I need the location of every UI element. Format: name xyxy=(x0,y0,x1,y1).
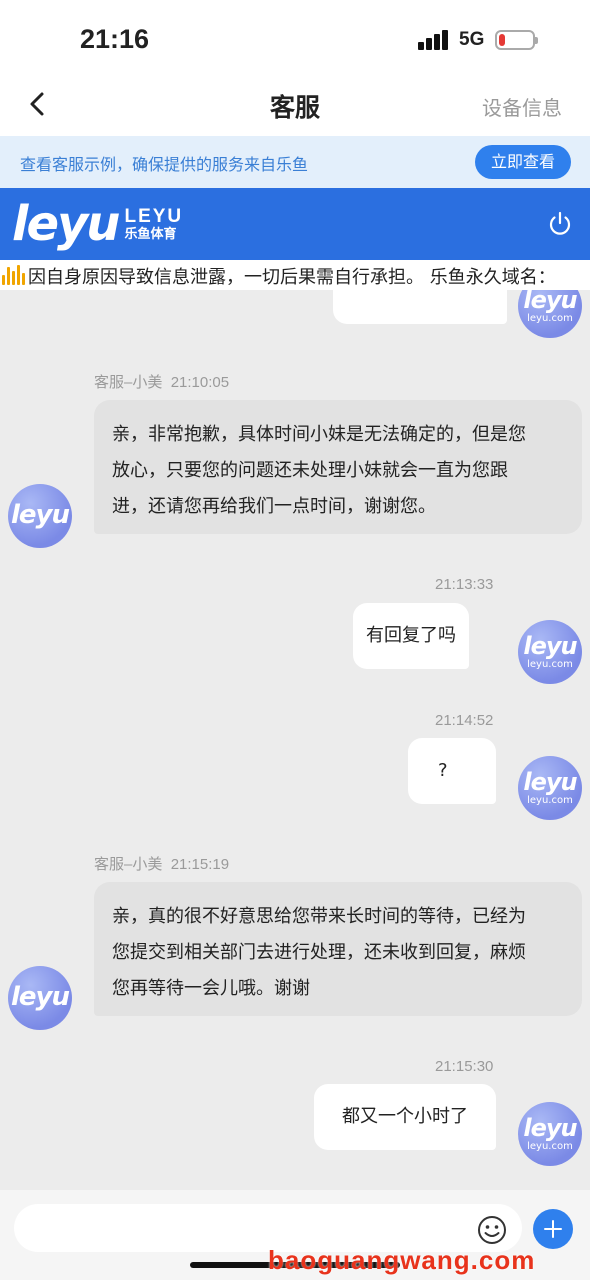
status-bar: 21:16 5G xyxy=(0,0,590,72)
previous-user-bubble xyxy=(333,290,507,324)
message-time: 21:15:19 xyxy=(170,856,230,873)
brand-logo-en: LEYU xyxy=(124,206,184,227)
notice-text: 查看客服示例，确保提供的服务来自乐鱼 xyxy=(20,155,309,174)
signal-icon xyxy=(418,30,450,50)
view-now-button[interactable]: 立即查看 xyxy=(475,145,571,179)
battery-level xyxy=(499,34,505,46)
message-time: 21:13:33 xyxy=(435,576,494,593)
agent-avatar: leyu xyxy=(8,966,72,1030)
speaker-icon xyxy=(0,265,26,285)
message-text: 有回复了吗 xyxy=(366,625,456,646)
message-line: 亲，真的很不好意思给您带来长时间的等待，已经为 xyxy=(112,906,526,927)
user-avatar: leyu leyu.com xyxy=(518,620,582,684)
message-time: 21:10:05 xyxy=(170,374,230,391)
user-avatar: leyu leyu.com xyxy=(518,290,582,338)
watermark: baoguangwang.com xyxy=(268,1245,536,1275)
message-sender: 客服–小美 xyxy=(94,374,163,391)
power-icon xyxy=(549,211,571,235)
message-sender-time: 客服–小美 21:15:19 xyxy=(94,853,229,874)
user-message-bubble: 都又一个小时了 xyxy=(314,1084,496,1150)
notice-banner: 查看客服示例，确保提供的服务来自乐鱼 立即查看 xyxy=(0,136,590,188)
marquee-text: 因自身原因导致信息泄露，一切后果需自行承担。 乐鱼永久域名： xyxy=(28,267,556,288)
message-time: 21:14:52 xyxy=(435,712,494,729)
device-info-link[interactable]: 设备信息 xyxy=(482,92,562,121)
emoji-button[interactable] xyxy=(476,1214,508,1246)
announcement-marquee: 因自身原因导致信息泄露，一切后果需自行承担。 乐鱼永久域名： xyxy=(0,260,590,290)
agent-avatar: leyu xyxy=(8,484,72,548)
message-line: 放心，只要您的问题还未处理小妹就会一直为您跟 xyxy=(112,460,508,481)
message-line: 您提交到相关部门去进行处理，还未收到回复，麻烦 xyxy=(112,942,526,963)
emoji-icon xyxy=(478,1216,506,1244)
agent-message-bubble: 亲，真的很不好意思给您带来长时间的等待，已经为 您提交到相关部门去进行处理，还未… xyxy=(94,882,582,1016)
nav-header: 客服 设备信息 xyxy=(0,72,590,136)
message-text: ? xyxy=(438,760,448,781)
message-line: 您再等待一会儿哦。谢谢 xyxy=(112,978,310,999)
user-avatar: leyu leyu.com xyxy=(518,1102,582,1166)
message-line: 进，还请您再给我们一点时间，谢谢您。 xyxy=(112,496,436,517)
message-sender: 客服–小美 xyxy=(94,856,163,873)
message-text: 都又一个小时了 xyxy=(342,1106,468,1127)
brand-logo: leyu LEYU 乐鱼体育 xyxy=(12,194,183,254)
brand-bar: leyu LEYU 乐鱼体育 xyxy=(0,188,590,260)
status-time: 21:16 xyxy=(80,24,150,54)
chat-area[interactable]: leyu leyu.com 客服–小美 21:10:05 亲，非常抱歉，具体时间… xyxy=(0,290,590,1190)
power-button[interactable] xyxy=(546,210,574,238)
agent-message-bubble: 亲，非常抱歉，具体时间小妹是无法确定的，但是您 放心，只要您的问题还未处理小妹就… xyxy=(94,400,582,534)
message-time: 21:15:30 xyxy=(435,1058,494,1075)
brand-logo-mark: leyu xyxy=(12,196,120,252)
message-line: 亲，非常抱歉，具体时间小妹是无法确定的，但是您 xyxy=(112,424,526,445)
message-sender-time: 客服–小美 21:10:05 xyxy=(94,371,229,392)
user-message-bubble: 有回复了吗 xyxy=(353,603,469,669)
network-label: 5G xyxy=(459,29,485,50)
add-button[interactable] xyxy=(533,1209,573,1249)
user-avatar: leyu leyu.com xyxy=(518,756,582,820)
user-message-bubble: ? xyxy=(408,738,496,804)
battery-icon xyxy=(495,30,538,50)
brand-logo-cn: 乐鱼体育 xyxy=(124,227,177,242)
